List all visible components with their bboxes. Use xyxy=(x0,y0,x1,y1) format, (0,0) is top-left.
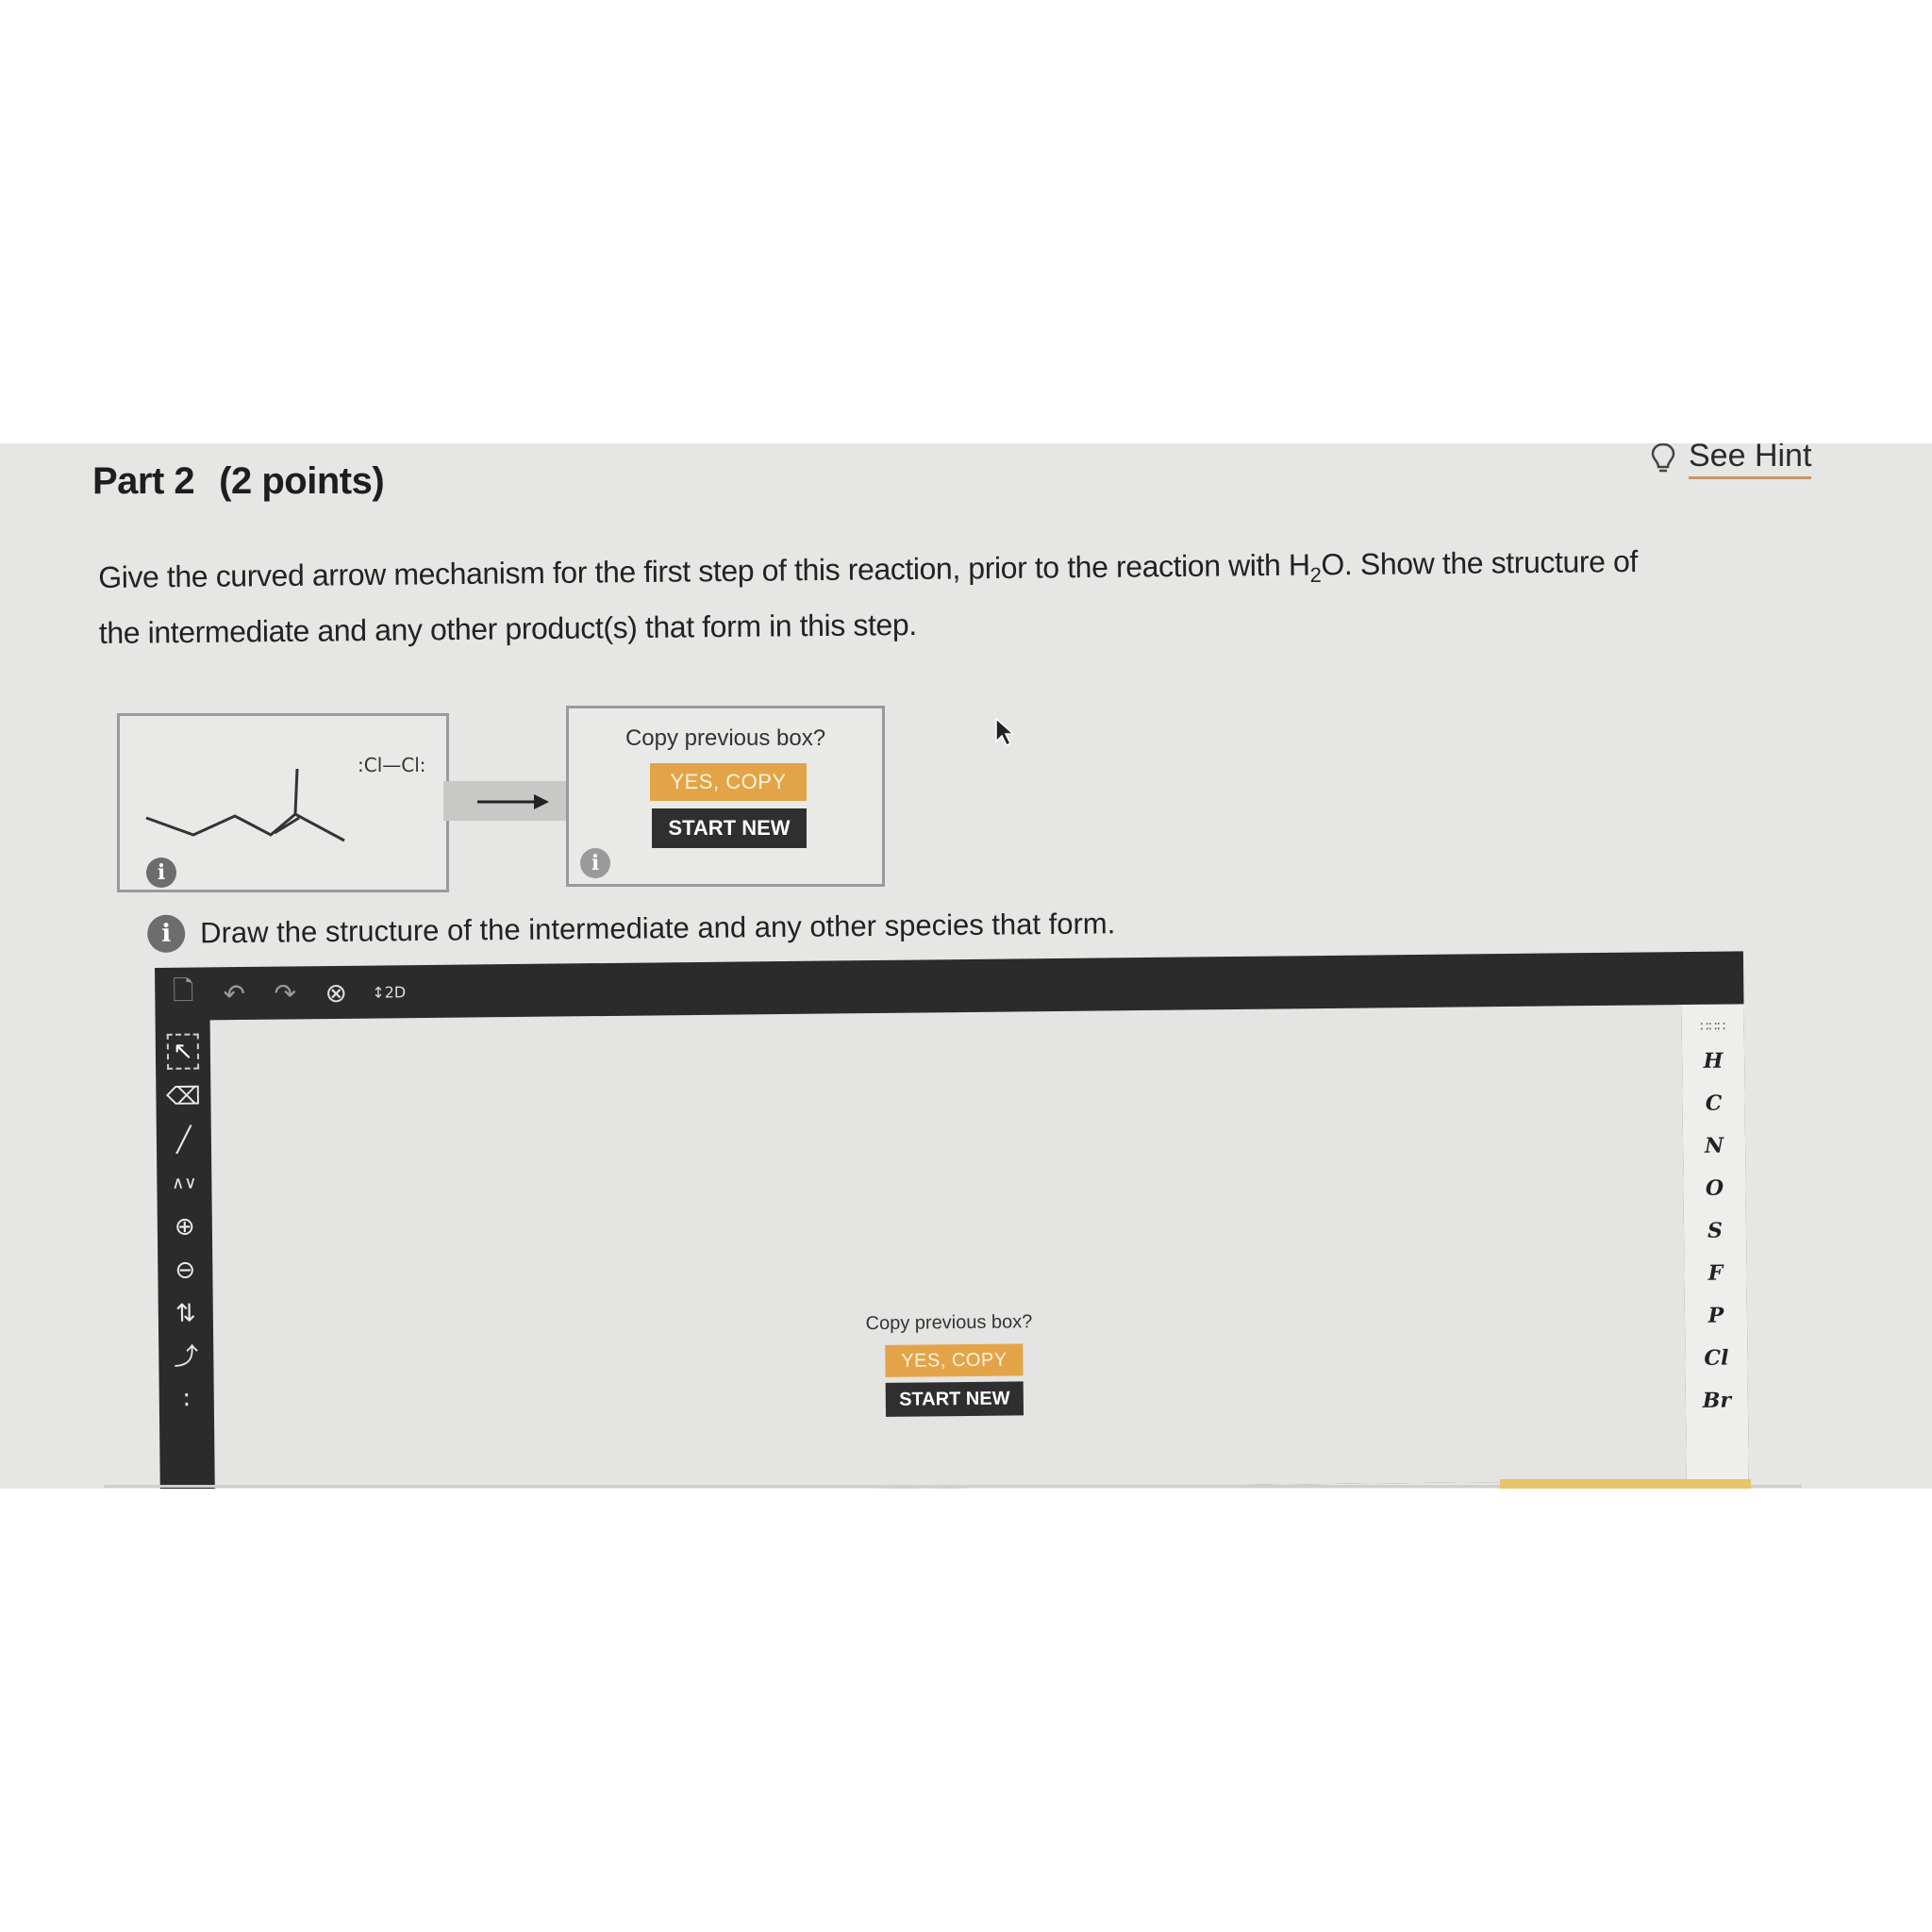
reactant-box[interactable]: :Cl—Cl: i xyxy=(117,713,449,892)
info-icon[interactable]: i xyxy=(147,914,186,953)
reagent-right-atom: Cl: xyxy=(401,754,426,776)
copy-prompt: Copy previous box? xyxy=(625,725,826,751)
reaction-arrow-band xyxy=(443,781,566,821)
question-text-part1: Give the curved arrow mechanism for the … xyxy=(98,547,1310,594)
submit-button-edge[interactable] xyxy=(1500,1479,1751,1489)
yes-copy-button[interactable]: YES, COPY xyxy=(650,763,807,801)
element-palette: ∷∷∷ H C N O S F P Cl Br xyxy=(1681,1004,1749,1481)
chain-icon[interactable]: ∧∨ xyxy=(172,1168,197,1200)
see-hint-link[interactable]: See Hint xyxy=(1651,443,1812,479)
part-title: Part 2 (2 points) xyxy=(92,460,385,503)
reagent-bond: — xyxy=(382,754,402,776)
lone-pair-icon[interactable]: ∶ xyxy=(183,1385,190,1417)
selection-icon[interactable]: ↖ xyxy=(166,1033,200,1070)
reagent-label: :Cl—Cl: xyxy=(358,754,426,776)
canvas-copy-prompt: Copy previous box? xyxy=(865,1311,1033,1335)
eraser-icon[interactable]: ⌫ xyxy=(166,1080,201,1112)
new-document-icon[interactable]: 🗋 xyxy=(168,972,199,1017)
curved-arrow-icon[interactable]: ⤴ xyxy=(174,1341,198,1374)
editor-left-toolbar: ↖ ⌫ ╱ ∧∨ ⊕ ⊖ ⇅ ⤴ ∶ xyxy=(156,1020,215,1489)
part-label: Part 2 xyxy=(92,460,195,502)
canvas-yes-copy-button[interactable]: YES, COPY xyxy=(885,1343,1024,1377)
info-icon[interactable]: i xyxy=(146,858,176,888)
mouse-cursor-icon xyxy=(995,717,1015,747)
element-f[interactable]: F xyxy=(1707,1253,1724,1295)
start-new-button[interactable]: START NEW xyxy=(652,808,807,848)
drawing-canvas[interactable]: Copy previous box? YES, COPY START NEW xyxy=(209,1005,1687,1489)
undo-icon[interactable]: ↶ xyxy=(219,977,249,1008)
lightbulb-icon xyxy=(1651,443,1675,473)
draw-instruction: i Draw the structure of the intermediate… xyxy=(147,905,1115,953)
element-h[interactable]: H xyxy=(1703,1041,1724,1083)
question-subscript: 2 xyxy=(1309,562,1322,587)
element-n[interactable]: N xyxy=(1705,1125,1724,1168)
element-o[interactable]: O xyxy=(1706,1168,1724,1210)
reaction-arrow-icon xyxy=(477,794,549,809)
redo-icon[interactable]: ↷ xyxy=(270,977,300,1008)
canvas-start-new-button[interactable]: START NEW xyxy=(885,1381,1024,1417)
see-hint-label[interactable]: See Hint xyxy=(1689,443,1812,479)
info-icon[interactable]: i xyxy=(580,848,610,878)
reagent-left-atom: :Cl xyxy=(358,754,383,776)
bond-icon[interactable]: ╱ xyxy=(176,1124,192,1157)
question-text: Give the curved arrow mechanism for the … xyxy=(98,538,1684,656)
negative-charge-icon[interactable]: ⊖ xyxy=(175,1255,195,1287)
element-c[interactable]: C xyxy=(1706,1083,1723,1125)
element-p[interactable]: P xyxy=(1707,1295,1724,1338)
2d-clean-label: 2D xyxy=(384,982,407,1001)
element-s[interactable]: S xyxy=(1707,1210,1723,1253)
draw-instruction-text: Draw the structure of the intermediate a… xyxy=(200,907,1116,950)
element-cl[interactable]: Cl xyxy=(1704,1338,1728,1380)
electron-push-arrow-icon[interactable]: ⇅ xyxy=(175,1298,196,1330)
product-box[interactable]: Copy previous box? YES, COPY START NEW i xyxy=(566,706,885,887)
periodic-table-icon[interactable]: ∷∷∷ xyxy=(1700,1012,1725,1041)
part-points: (2 points) xyxy=(219,460,385,502)
2d-clean-icon[interactable]: ↕2D xyxy=(372,983,406,1001)
positive-charge-icon[interactable]: ⊕ xyxy=(175,1211,195,1243)
structure-editor: 🗋 ↶ ↷ ⊗ ↕2D ↖ ⌫ ╱ ∧∨ ⊕ ⊖ ⇅ ⤴ ∶ Copy prev… xyxy=(155,951,1749,1489)
screen: Part 2 (2 points) See Hint Give the curve… xyxy=(0,443,1932,1489)
zoom-clear-icon[interactable]: ⊗ xyxy=(321,976,351,1008)
element-br[interactable]: Br xyxy=(1703,1380,1732,1423)
